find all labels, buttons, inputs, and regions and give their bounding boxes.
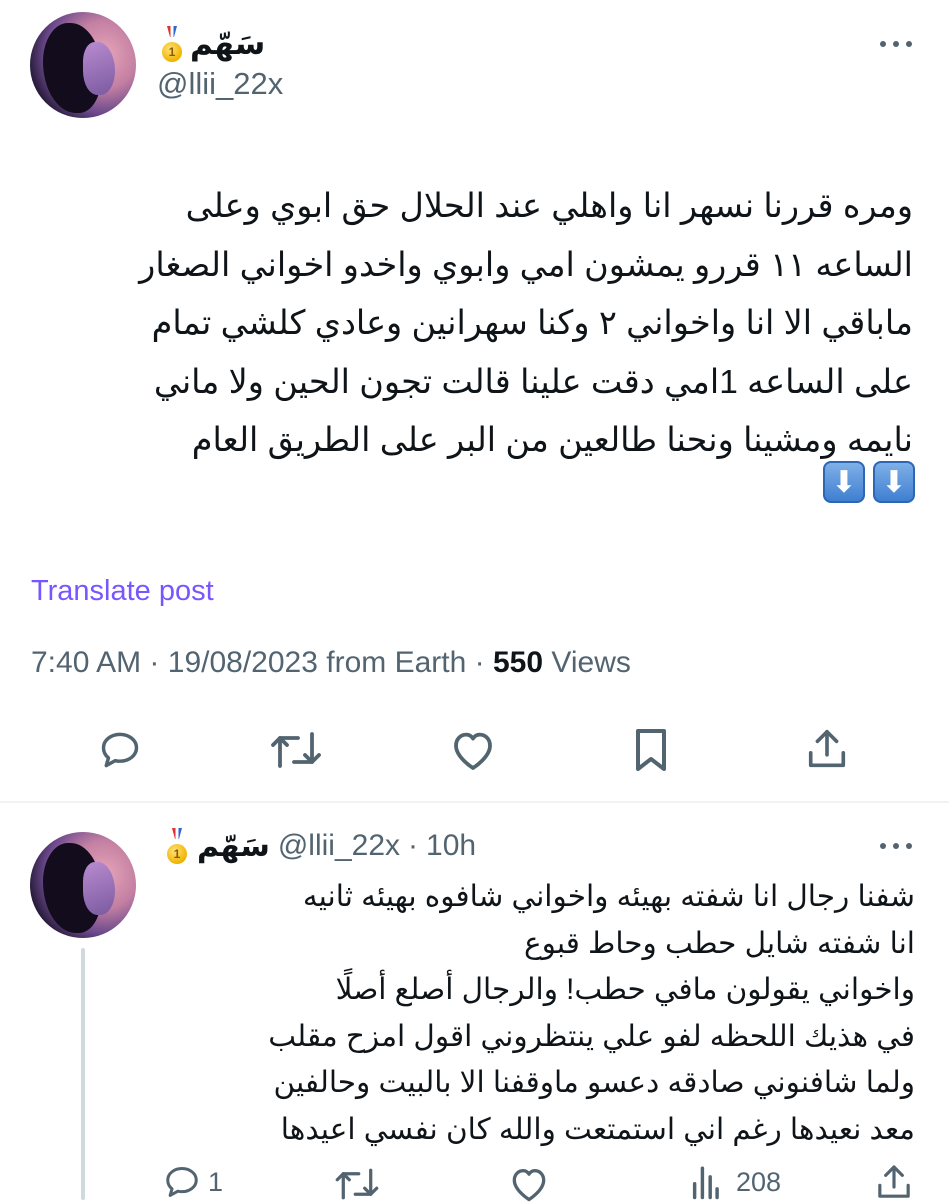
repost-icon[interactable] <box>268 728 324 772</box>
thread-line <box>81 948 85 1200</box>
post-date[interactable]: 19/08/2023 <box>168 646 318 679</box>
display-name[interactable]: سَهّم <box>197 829 270 864</box>
repost-icon[interactable] <box>333 1165 381 1203</box>
reply-icon[interactable] <box>162 1163 202 1201</box>
medal-icon: 1 <box>165 828 189 864</box>
down-arrow-icon: ⬇ <box>873 461 915 503</box>
reply-text: شفنا رجال انا شفته بهيئه واخواني شافوه ب… <box>268 880 915 1146</box>
author-name-row[interactable]: 1 سَهّم <box>160 22 265 66</box>
reply-icon[interactable] <box>97 728 143 772</box>
post-time[interactable]: 7:40 AM <box>31 646 141 679</box>
translate-post-link[interactable]: Translate post <box>31 575 214 608</box>
share-icon[interactable] <box>804 726 850 772</box>
emoji-row: ⬇ ⬇ <box>823 461 915 503</box>
like-icon[interactable] <box>508 1165 550 1203</box>
reply-header: 1 سَهّم @llii_22x · 10h <box>165 825 476 867</box>
handle[interactable]: @llii_22x <box>278 829 400 863</box>
medal-icon: 1 <box>160 26 184 62</box>
handle[interactable]: @llii_22x <box>157 66 283 102</box>
views-count: 208 <box>736 1167 782 1197</box>
avatar[interactable] <box>30 12 136 118</box>
post-age[interactable]: 10h <box>426 829 476 863</box>
share-icon[interactable] <box>874 1162 914 1202</box>
avatar[interactable] <box>30 832 136 938</box>
views-label: Views <box>551 646 631 679</box>
down-arrow-icon: ⬇ <box>823 461 865 503</box>
divider <box>0 801 949 803</box>
reply-count: 1 <box>208 1167 224 1197</box>
post-text: ومره قررنا نسهر انا واهلي عند الحلال حق … <box>139 188 913 459</box>
views-icon[interactable] <box>688 1163 722 1201</box>
views-count: 550 <box>493 646 544 679</box>
post-source: from Earth <box>326 646 467 679</box>
display-name[interactable]: سَهّم <box>190 26 265 62</box>
bookmark-icon[interactable] <box>632 726 670 774</box>
like-icon[interactable] <box>449 728 497 772</box>
more-options-icon[interactable] <box>876 836 916 856</box>
post-meta: 7:40 AM · 19/08/2023 from Earth · 550 Vi… <box>31 646 631 679</box>
more-options-icon[interactable] <box>876 34 916 54</box>
